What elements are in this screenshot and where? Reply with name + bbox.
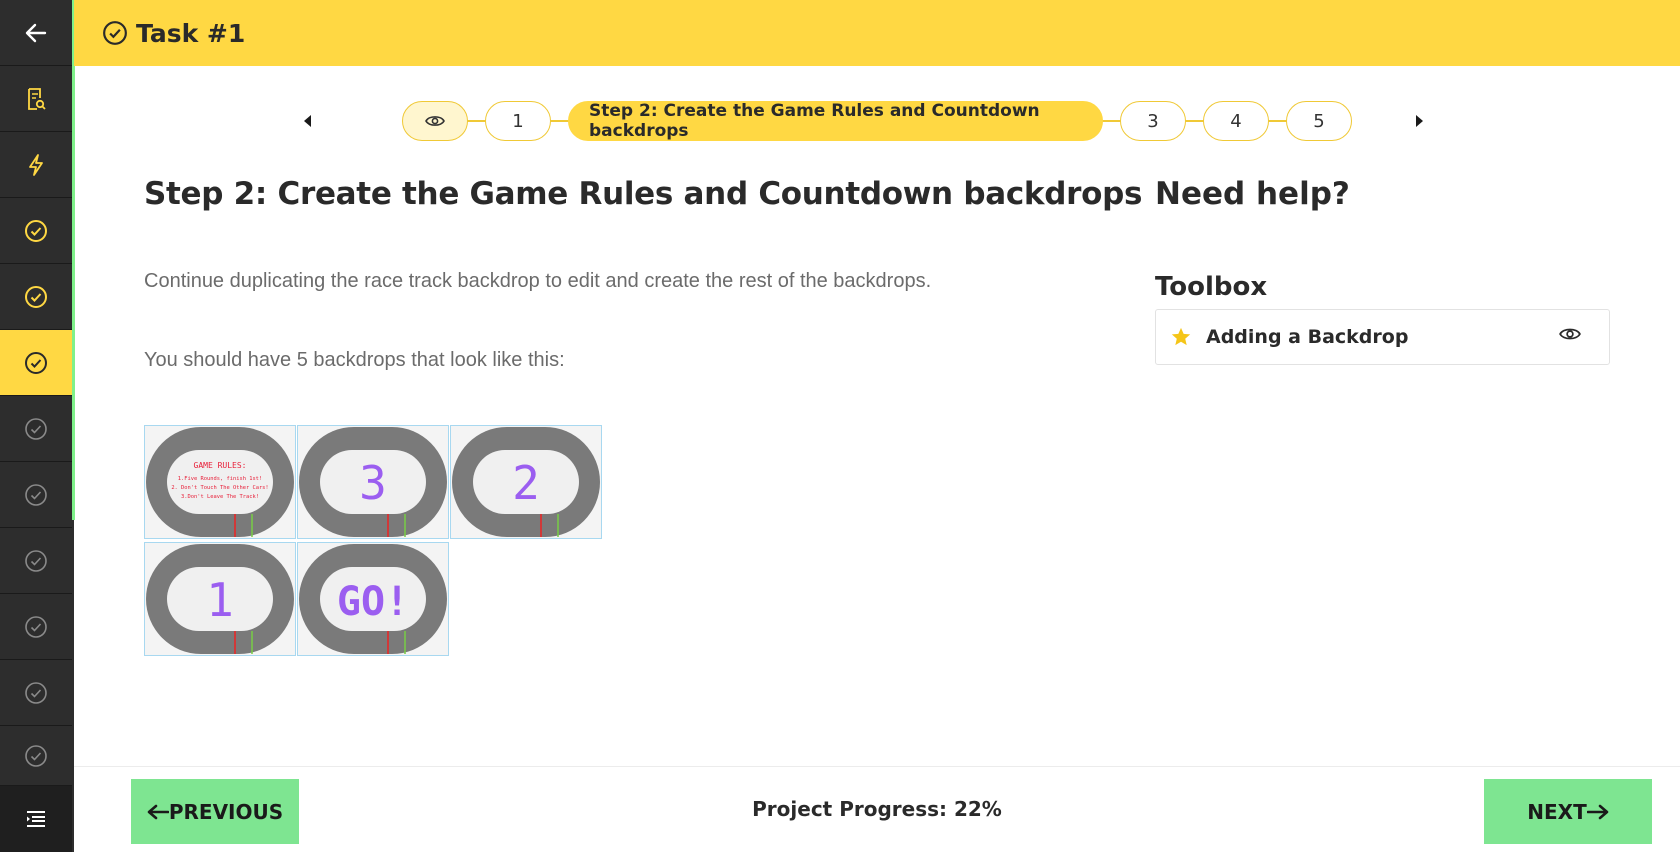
step-connector — [549, 120, 569, 122]
eye-icon — [425, 116, 445, 126]
step-1-button[interactable]: 1 — [485, 101, 551, 141]
step-prev-button[interactable] — [295, 109, 319, 133]
arrow-right-icon — [1586, 804, 1609, 819]
check-circle-icon — [25, 351, 47, 374]
rules-line: 3.Don't Leave The Track! — [181, 494, 259, 500]
back-button[interactable] — [0, 0, 72, 66]
sidebar-item-task[interactable] — [0, 726, 72, 786]
step-connector — [466, 120, 486, 122]
step-5-button[interactable]: 5 — [1286, 101, 1352, 141]
backdrop-thumbnail-3: 3 — [297, 425, 449, 539]
sidebar-item-task[interactable] — [0, 528, 72, 594]
sidebar-item-task[interactable] — [0, 396, 72, 462]
preview-button[interactable] — [1559, 326, 1581, 346]
arrow-left-icon — [25, 23, 47, 42]
step-2-button-current[interactable]: Step 2: Create the Game Rules and Countd… — [568, 101, 1103, 141]
sidebar-item-task-active[interactable] — [0, 330, 72, 396]
rules-line: 1.Five Rounds, finish 1st! — [178, 476, 262, 482]
countdown-label: GO! — [337, 579, 409, 625]
countdown-label: 1 — [206, 573, 234, 627]
backdrop-thumbnail-2: 2 — [450, 425, 602, 539]
footer: PREVIOUS Project Progress: 22% NEXT — [74, 766, 1680, 852]
menu-list-icon — [27, 811, 45, 827]
step-connector — [1266, 120, 1288, 122]
check-circle-icon — [25, 615, 47, 638]
check-circle-icon — [25, 744, 47, 767]
progress-indicator-strip — [72, 0, 75, 520]
check-circle-icon — [25, 483, 47, 506]
step-next-button[interactable] — [1408, 109, 1432, 133]
step-4-button[interactable]: 4 — [1203, 101, 1269, 141]
rules-title: GAME RULES: — [194, 461, 247, 470]
backdrop-thumbnail-1: 1 — [144, 542, 296, 656]
backdrop-thumbnail-go: GO! — [297, 542, 449, 656]
check-circle-icon — [25, 417, 47, 440]
check-circle-icon — [25, 549, 47, 572]
sidebar-item-task[interactable] — [0, 462, 72, 528]
step-3-button[interactable]: 3 — [1120, 101, 1186, 141]
check-circle-icon — [103, 21, 127, 45]
task-header: Task #1 — [74, 0, 1680, 66]
check-circle-icon — [25, 219, 47, 242]
next-button-label: NEXT — [1527, 799, 1587, 824]
page-title: Task #1 — [136, 18, 246, 48]
next-button[interactable]: NEXT — [1484, 779, 1652, 844]
step-heading: Step 2: Create the Game Rules and Countd… — [144, 176, 1143, 212]
eye-icon — [1559, 328, 1581, 340]
sidebar-item-task[interactable] — [0, 660, 72, 726]
toolbox-item-label: Adding a Backdrop — [1206, 326, 1409, 348]
sidebar-item-task-completed[interactable] — [0, 198, 72, 264]
check-circle-icon — [25, 681, 47, 704]
backdrop-thumbnail-game-rules: GAME RULES: 1.Five Rounds, finish 1st! 2… — [144, 425, 296, 539]
step-overview-button[interactable] — [402, 101, 468, 141]
project-progress: Project Progress: 22% — [752, 797, 1002, 821]
countdown-label: 2 — [512, 456, 540, 510]
sidebar-item-task-completed[interactable] — [0, 264, 72, 330]
step-navigation: 1 Step 2: Create the Game Rules and Coun… — [0, 101, 1680, 141]
star-icon — [1171, 327, 1191, 346]
caret-right-icon — [1416, 115, 1423, 127]
lightning-icon — [29, 153, 43, 176]
step-paragraph: Continue duplicating the race track back… — [144, 270, 932, 292]
toolbox-heading: Toolbox — [1155, 272, 1268, 302]
race-track-image: 1 — [146, 544, 294, 654]
help-heading: Need help? — [1155, 176, 1350, 212]
step-paragraph: You should have 5 backdrops that look li… — [144, 349, 565, 371]
race-track-image: GAME RULES: 1.Five Rounds, finish 1st! 2… — [146, 427, 294, 537]
sidebar-item-challenge[interactable] — [0, 132, 72, 198]
race-track-image: GO! — [299, 544, 447, 654]
race-track-image: 3 — [299, 427, 447, 537]
race-track-image: 2 — [452, 427, 600, 537]
rules-line: 2. Don't Touch The Other Cars! — [171, 485, 268, 491]
countdown-label: 3 — [359, 456, 387, 510]
menu-button[interactable] — [0, 786, 72, 852]
sidebar-item-task[interactable] — [0, 594, 72, 660]
toolbox-item-adding-backdrop[interactable]: Adding a Backdrop — [1155, 309, 1610, 365]
check-circle-icon — [25, 285, 47, 308]
caret-left-icon — [304, 115, 311, 127]
